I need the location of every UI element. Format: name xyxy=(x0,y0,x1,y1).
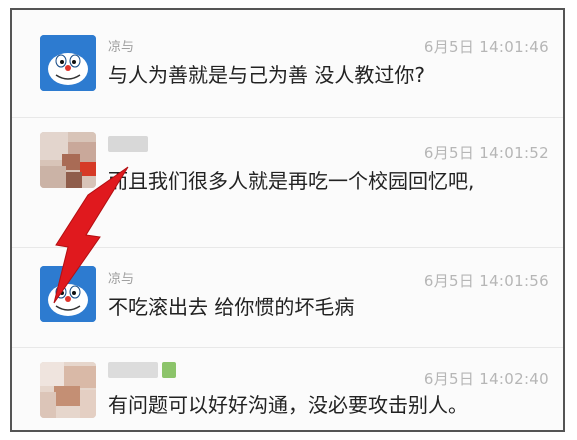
message-timestamp: 6月5日 14:02:40 xyxy=(423,370,549,388)
sender-name-redacted xyxy=(108,136,148,152)
red-lightning-bolt-icon xyxy=(53,166,129,304)
sender-name-redacted xyxy=(162,362,176,378)
message-text: 不吃滚出去 给你惯的坏毛病 xyxy=(108,295,355,319)
sender-name: 凉与 xyxy=(108,40,135,55)
avatar-cartoon-icon[interactable] xyxy=(40,35,96,91)
message-text: 有问题可以好好沟通，没必要攻击别人。 xyxy=(108,393,468,417)
chat-screenshot-frame: 凉与 6月5日 14:01:46 与人为善就是与己为善 没人教过你? 6月5日 … xyxy=(10,8,565,432)
message-text: 与人为善就是与己为善 没人教过你? xyxy=(108,63,425,87)
sender-name-redacted xyxy=(108,362,158,378)
message-timestamp: 6月5日 14:01:52 xyxy=(423,144,549,162)
avatar-blurred-icon[interactable] xyxy=(40,362,96,418)
chat-message: 凉与 6月5日 14:01:46 与人为善就是与己为善 没人教过你? xyxy=(12,10,563,118)
chat-message: 6月5日 14:02:40 有问题可以好好沟通，没必要攻击别人。 xyxy=(12,348,563,430)
message-timestamp: 6月5日 14:01:46 xyxy=(423,38,549,56)
message-text: 而且我们很多人就是再吃一个校园回忆吧, xyxy=(108,169,475,193)
message-timestamp: 6月5日 14:01:56 xyxy=(423,272,549,290)
